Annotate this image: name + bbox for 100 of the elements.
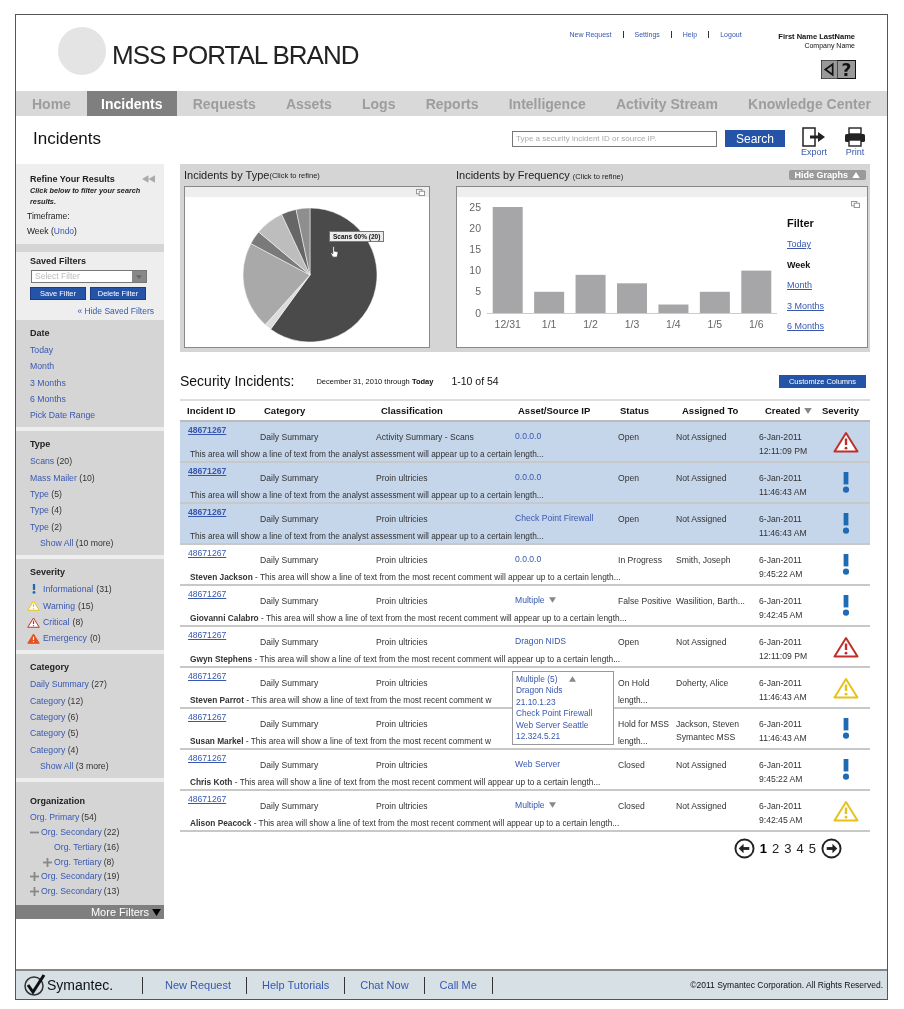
asset-link[interactable]: Web Server Seattle — [516, 719, 589, 732]
pie-slice[interactable] — [258, 214, 311, 276]
date-filter-link[interactable]: 3 Months — [30, 374, 156, 391]
page-link[interactable]: 2 — [772, 841, 780, 856]
asset-dropdown[interactable]: Multiple — [515, 595, 556, 605]
column-header[interactable]: Created — [759, 405, 822, 416]
page-link[interactable]: 5 — [808, 841, 816, 856]
print-link[interactable]: Print — [845, 146, 865, 157]
asset-link[interactable]: 12.324.5.21 — [516, 731, 561, 743]
show-all-link[interactable]: Show All — [40, 760, 74, 771]
severity-filter-link[interactable]: Emergency — [43, 630, 87, 647]
date-filter-link[interactable]: 6 Months — [30, 390, 156, 408]
popout-icon[interactable] — [851, 201, 860, 208]
incident-id-link[interactable]: 48671267 — [188, 589, 227, 599]
asset-link[interactable]: Check Point Firewall — [515, 513, 594, 523]
filter-link[interactable]: Week — [787, 254, 811, 275]
incident-id-link[interactable]: 48671267 — [188, 753, 227, 763]
date-filter-link[interactable]: Pick Date Range — [30, 407, 156, 424]
search-field[interactable]: Type a security incident ID or source IP. — [512, 130, 717, 147]
pie-slice[interactable] — [281, 209, 311, 276]
category-filter-link[interactable]: Daily Summary — [30, 679, 89, 690]
org-link[interactable]: Org. Tertiary — [54, 839, 102, 855]
incident-id-link[interactable]: 48671267 — [188, 794, 227, 804]
asset-link[interactable]: Dragon NIDS — [515, 636, 567, 646]
column-header[interactable]: Category — [258, 405, 375, 416]
search-button[interactable]: Search — [725, 130, 785, 147]
pie-slice[interactable] — [242, 243, 311, 326]
org-link[interactable]: Org. Primary — [30, 810, 80, 826]
hide-saved-filters-link[interactable]: « Hide Saved Filters — [30, 306, 154, 316]
asset-link[interactable]: Web Server — [515, 759, 561, 769]
pie-slice[interactable] — [264, 274, 311, 330]
export-icon[interactable] — [802, 126, 826, 147]
date-filter-link[interactable]: Today — [30, 342, 156, 359]
severity-filter-link[interactable]: Warning — [43, 597, 76, 614]
expand-icon[interactable] — [30, 887, 39, 897]
incident-id-link[interactable]: 48671267 — [188, 671, 227, 681]
type-filter-link[interactable]: Type — [30, 505, 49, 516]
filter-link[interactable]: 6 Months — [787, 316, 825, 337]
column-header[interactable]: Severity — [822, 405, 870, 416]
more-filters-button[interactable]: More Filters — [16, 905, 164, 919]
back-icon[interactable] — [821, 60, 838, 79]
printer-icon[interactable] — [843, 126, 867, 147]
page-link[interactable]: 3 — [784, 841, 792, 856]
asset-link[interactable]: 0.0.0.0 — [515, 472, 542, 482]
footer-link[interactable]: Chat Now — [345, 976, 425, 994]
expand-icon[interactable] — [30, 872, 39, 882]
incident-id-link[interactable]: 48671267 — [188, 425, 227, 435]
popout-icon[interactable] — [416, 188, 425, 196]
page-link[interactable]: 4 — [796, 841, 804, 856]
filter-link[interactable]: Month — [787, 275, 812, 296]
category-filter-link[interactable]: Category — [30, 744, 66, 755]
severity-filter-link[interactable]: Informational — [43, 581, 94, 598]
incident-id-link[interactable]: 48671267 — [188, 630, 227, 640]
next-page-icon[interactable] — [821, 838, 842, 859]
asset-link[interactable]: 0.0.0.0 — [515, 554, 542, 564]
category-filter-link[interactable]: Category — [30, 695, 66, 706]
incident-id-link[interactable]: 48671267 — [188, 548, 227, 558]
incident-id-link[interactable]: 48671267 — [188, 466, 227, 476]
asset-link[interactable]: Dragon Nids — [516, 685, 563, 697]
previous-page-icon[interactable] — [733, 838, 755, 859]
type-filter-link[interactable]: Mass Mailer — [30, 472, 77, 483]
org-link[interactable]: Org. Secondary — [41, 884, 102, 899]
column-header[interactable]: Classification — [375, 405, 512, 416]
column-header[interactable]: Incident ID — [180, 405, 258, 416]
incident-id-link[interactable]: 48671267 — [188, 507, 227, 517]
asset-link[interactable]: 0.0.0.0 — [515, 431, 542, 441]
nav-tab[interactable]: Incidents — [87, 91, 177, 116]
asset-link[interactable]: 21.10.1.23 — [516, 696, 556, 709]
filter-link[interactable]: 3 Months — [787, 295, 825, 316]
category-filter-link[interactable]: Category — [30, 728, 66, 739]
severity-filter-link[interactable]: Critical — [43, 613, 70, 631]
type-filter-link[interactable]: Type — [30, 489, 49, 500]
column-header[interactable]: Assigned To — [676, 405, 759, 416]
pie-slice[interactable] — [295, 207, 311, 276]
type-filter-link[interactable]: Scans — [30, 456, 55, 467]
asset-link[interactable]: Check Point Firewall — [516, 708, 593, 720]
date-filter-link[interactable]: Month — [30, 358, 156, 375]
column-header[interactable]: Status — [614, 405, 676, 416]
table-row[interactable]: 48671267 Daily Summary Activity Summary - Scans 0.0.0.0 Open Not Assigned 6-Jan-2011 This area will show a line of text from the analyst assessment will appear up to a certain length... 12:11:09 PM — [180, 422, 870, 463]
help-button[interactable]: ? — [838, 60, 856, 79]
org-link[interactable]: Org. Secondary — [41, 825, 102, 840]
column-header[interactable]: Asset/Source IP — [512, 405, 614, 416]
footer-link[interactable]: Help Tutorials — [247, 976, 346, 994]
footer-link[interactable]: Call Me — [424, 976, 493, 994]
filter-link[interactable]: Today — [787, 234, 812, 255]
table-row[interactable] — [180, 504, 870, 545]
asset-dropdown[interactable]: Multiple (5) — [516, 673, 577, 685]
asset-dropdown[interactable]: Multiple — [515, 800, 556, 810]
footer-link[interactable]: New Request — [143, 976, 248, 994]
show-all-link[interactable]: Show All — [40, 537, 74, 548]
type-filter-link[interactable]: Type — [30, 521, 49, 532]
org-link[interactable]: Org. Secondary — [41, 869, 102, 885]
expand-icon[interactable] — [43, 857, 52, 867]
table-row[interactable]: 48671267 Daily Summary Proin ultricies 0.0.0.0 Open Not Assigned 6-Jan-2011 This area will show a line of text from the analyst assessment will appear up to a certain length... 11:46:43 AM — [180, 463, 870, 504]
export-link[interactable]: Export — [801, 146, 827, 157]
org-link[interactable]: Org. Tertiary — [54, 854, 102, 870]
category-filter-link[interactable]: Category — [30, 712, 66, 723]
page-link[interactable]: 1 — [759, 841, 768, 856]
pie-slice[interactable] — [270, 207, 378, 342]
incident-id-link[interactable]: 48671267 — [188, 712, 227, 722]
